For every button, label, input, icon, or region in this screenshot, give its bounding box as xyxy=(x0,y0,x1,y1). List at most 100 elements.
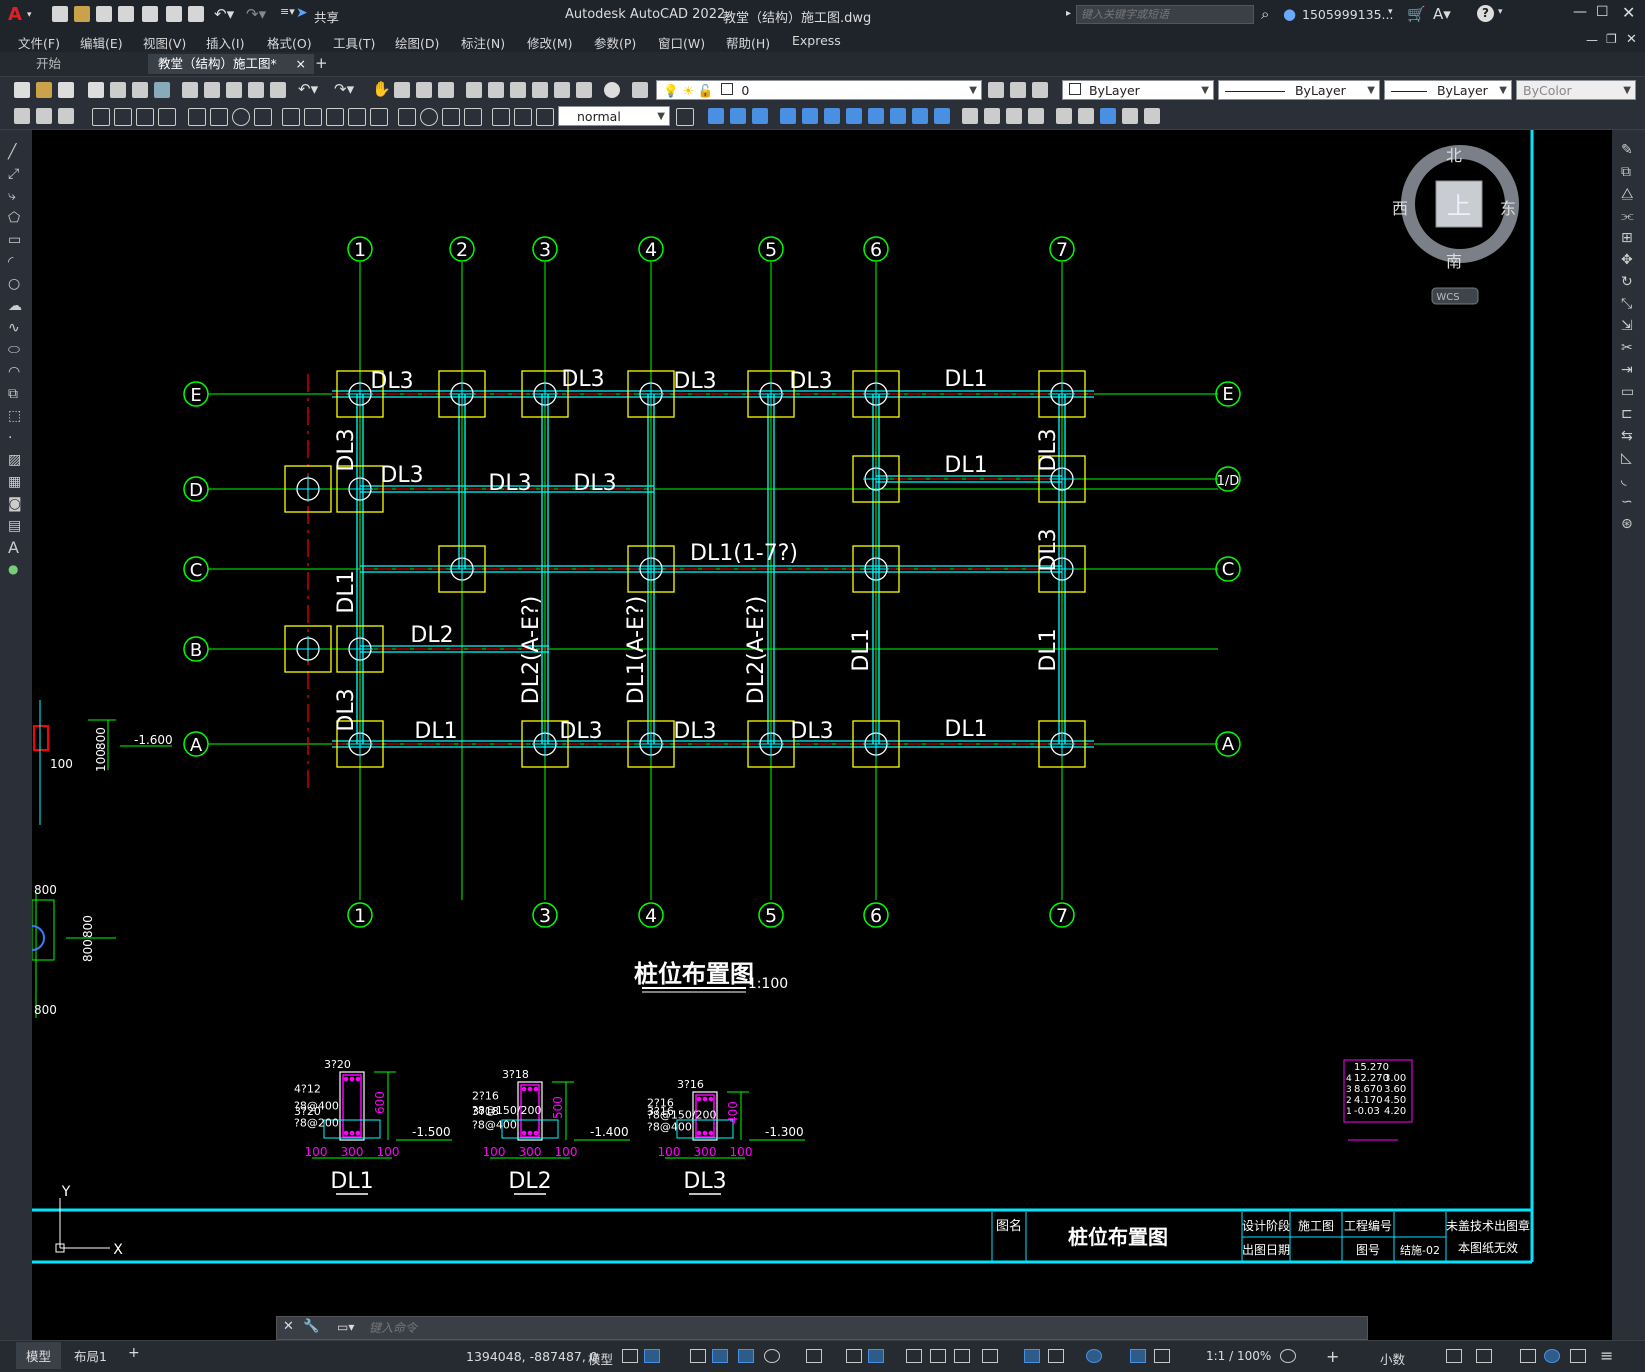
quick-properties-icon[interactable] xyxy=(1446,1349,1462,1363)
join-icon[interactable]: ⇆ xyxy=(1621,428,1633,444)
cut-icon[interactable] xyxy=(182,82,198,98)
arc-icon[interactable]: ◜ xyxy=(8,254,13,270)
infer-constraints-icon[interactable] xyxy=(690,1349,706,1363)
spline-icon[interactable]: ∿ xyxy=(8,320,20,336)
linear-dimension-icon[interactable] xyxy=(92,108,110,126)
make-block-left-icon[interactable]: ⬚ xyxy=(8,408,21,424)
hardware-acceleration-icon[interactable] xyxy=(1544,1349,1560,1363)
sheet-set-icon[interactable] xyxy=(532,82,548,98)
search-expand-icon[interactable]: ▸ xyxy=(1066,8,1071,19)
units-selector[interactable]: 小数 xyxy=(1380,1349,1405,1368)
drawing-canvas[interactable]: 1 2 3 4 5 6 7 1 3 4 5 6 7 E D C B A E 1/D C A DL3 DL3 DL3 DL3 DL1 D… xyxy=(32,130,1612,1340)
solid-cone-icon[interactable] xyxy=(752,108,768,124)
union-icon[interactable] xyxy=(912,108,928,124)
polygon-icon[interactable]: ⬠ xyxy=(8,210,20,226)
move-icon[interactable]: ✥ xyxy=(1621,252,1633,268)
tool-palettes-icon[interactable] xyxy=(510,82,526,98)
extend-icon[interactable]: ⇥ xyxy=(1621,362,1633,378)
break-icon[interactable]: ⊏ xyxy=(1621,406,1633,422)
save-as-icon[interactable] xyxy=(118,6,134,22)
revision-cloud-icon[interactable]: ☁ xyxy=(8,298,22,314)
layer-properties-icon[interactable] xyxy=(632,82,648,98)
3d-rotate-icon[interactable] xyxy=(1078,108,1094,124)
mtext-icon[interactable]: A xyxy=(8,538,19,557)
command-close-icon[interactable]: ✕ xyxy=(283,1319,294,1334)
model-space-toggle[interactable]: 模型 xyxy=(588,1349,613,1368)
new-tab-icon[interactable]: + xyxy=(315,54,328,72)
dimension-update-icon[interactable] xyxy=(536,108,554,126)
publish-icon[interactable] xyxy=(142,6,158,22)
layout1-tab[interactable]: 布局1 xyxy=(74,1346,107,1365)
sweep-icon[interactable] xyxy=(824,108,840,124)
menu-modify[interactable]: 修改(M) xyxy=(527,33,573,52)
model-tab[interactable]: 模型 xyxy=(16,1342,62,1369)
annotation-visibility-icon[interactable] xyxy=(1130,1349,1146,1363)
dimension-style-icon[interactable] xyxy=(676,108,694,126)
plot-preview-icon[interactable] xyxy=(110,82,126,98)
dimension-space-icon[interactable] xyxy=(348,108,366,126)
gradient-icon[interactable]: ▦ xyxy=(8,474,21,490)
zoom-realtime-icon[interactable] xyxy=(394,82,410,98)
selection-cycling-icon[interactable] xyxy=(954,1349,970,1363)
arc-length-icon[interactable] xyxy=(136,108,154,126)
baseline-dimension-icon[interactable] xyxy=(304,108,322,126)
publish-tb-icon[interactable] xyxy=(132,82,148,98)
object-snap-icon[interactable] xyxy=(868,1349,884,1363)
rectangle-icon[interactable]: ▭ xyxy=(8,232,21,248)
viewcube[interactable]: 上 北 南 东 西 WCS xyxy=(1392,145,1519,305)
dynamic-ucs-icon[interactable] xyxy=(1024,1349,1040,1363)
solid-box-icon[interactable] xyxy=(708,108,724,124)
construction-line-icon[interactable]: ⤢ xyxy=(8,166,19,182)
search-icon[interactable]: ⌕ xyxy=(1261,5,1269,23)
menu-dimension[interactable]: 标注(N) xyxy=(461,33,505,52)
break-at-point-icon[interactable]: ▭ xyxy=(1621,384,1634,400)
command-input[interactable] xyxy=(367,1318,1361,1338)
help-search-input[interactable] xyxy=(1076,5,1254,24)
array-icon[interactable]: ⊞ xyxy=(1621,230,1633,246)
tolerance-icon[interactable] xyxy=(398,108,416,126)
make-block-icon[interactable] xyxy=(36,108,52,124)
object-snap-tracking-icon[interactable] xyxy=(846,1349,862,1363)
aligned-dimension-icon[interactable] xyxy=(114,108,132,126)
dimension-edit-icon[interactable] xyxy=(492,108,510,126)
compass-east[interactable]: 东 xyxy=(1500,199,1516,218)
isolate-objects-icon[interactable] xyxy=(1520,1349,1536,1363)
menu-draw[interactable]: 绘图(D) xyxy=(395,33,439,52)
new-file-icon[interactable] xyxy=(52,6,68,22)
help-tb-icon[interactable] xyxy=(604,82,620,98)
polysolid-icon[interactable] xyxy=(890,108,906,124)
undo-icon[interactable]: ↶▾ xyxy=(214,5,234,23)
tab-close-icon[interactable]: × xyxy=(296,54,306,74)
offset-icon[interactable]: ⫘ xyxy=(1621,208,1634,224)
menu-express[interactable]: Express xyxy=(792,33,841,48)
zoom-previous-icon[interactable] xyxy=(438,82,454,98)
3d-align-icon[interactable] xyxy=(1100,108,1116,124)
menu-format[interactable]: 格式(O) xyxy=(267,33,312,52)
lineweight-icon[interactable] xyxy=(906,1349,922,1363)
line-icon[interactable]: ╱ xyxy=(8,144,16,160)
dimension-break-icon[interactable] xyxy=(370,108,388,126)
compass-south[interactable]: 南 xyxy=(1446,252,1462,271)
gizmo-icon[interactable] xyxy=(1086,1349,1102,1363)
help-chevron-icon[interactable]: ▾ xyxy=(1498,7,1503,17)
paste-icon[interactable] xyxy=(226,82,242,98)
menu-edit[interactable]: 编辑(E) xyxy=(80,33,123,52)
insert-block-icon[interactable] xyxy=(14,108,30,124)
diameter-dimension-icon[interactable] xyxy=(232,108,250,126)
zoom-window-icon[interactable] xyxy=(416,82,432,98)
polar-tracking-icon[interactable] xyxy=(764,1349,780,1363)
plotstyle-combo[interactable]: ByColor ▼ xyxy=(1516,80,1636,100)
continue-dimension-icon[interactable] xyxy=(326,108,344,126)
save-icon[interactable] xyxy=(96,6,112,22)
polyline-icon[interactable]: ⤷ xyxy=(8,188,16,204)
match-properties-icon[interactable] xyxy=(248,82,264,98)
share-button[interactable]: 共享 xyxy=(314,7,339,26)
table-icon[interactable]: ▤ xyxy=(8,518,21,534)
rotate-icon[interactable]: ↻ xyxy=(1621,274,1633,290)
doc-close-icon[interactable]: ✕ xyxy=(1626,32,1637,47)
import-icon[interactable] xyxy=(166,6,182,22)
open-file-icon[interactable] xyxy=(74,6,90,22)
user-name[interactable]: 1505999135... xyxy=(1302,7,1393,22)
menu-view[interactable]: 视图(V) xyxy=(143,33,186,52)
3d-object-snap-icon[interactable] xyxy=(982,1349,998,1363)
